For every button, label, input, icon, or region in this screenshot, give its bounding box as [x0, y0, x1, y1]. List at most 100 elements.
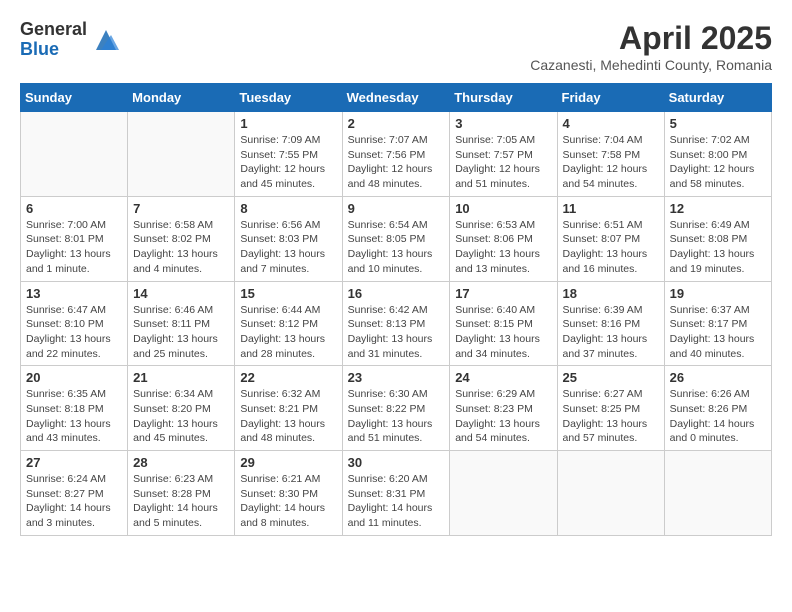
- calendar-cell: 20 Sunrise: 6:35 AM Sunset: 8:18 PM Dayli…: [21, 366, 128, 451]
- day-number: 16: [348, 286, 445, 301]
- day-number: 1: [240, 116, 336, 131]
- day-number: 13: [26, 286, 122, 301]
- calendar-cell: 2 Sunrise: 7:07 AM Sunset: 7:56 PM Daylig…: [342, 112, 450, 197]
- day-number: 17: [455, 286, 551, 301]
- day-number: 20: [26, 370, 122, 385]
- day-number: 2: [348, 116, 445, 131]
- day-info: Sunrise: 6:51 AM Sunset: 8:07 PM Dayligh…: [563, 218, 659, 277]
- day-number: 7: [133, 201, 229, 216]
- calendar-cell: 1 Sunrise: 7:09 AM Sunset: 7:55 PM Daylig…: [235, 112, 342, 197]
- calendar-cell: 7 Sunrise: 6:58 AM Sunset: 8:02 PM Daylig…: [128, 196, 235, 281]
- calendar-cell: 19 Sunrise: 6:37 AM Sunset: 8:17 PM Dayli…: [664, 281, 771, 366]
- day-info: Sunrise: 6:34 AM Sunset: 8:20 PM Dayligh…: [133, 387, 229, 446]
- day-number: 4: [563, 116, 659, 131]
- day-info: Sunrise: 6:47 AM Sunset: 8:10 PM Dayligh…: [26, 303, 122, 362]
- week-row: 1 Sunrise: 7:09 AM Sunset: 7:55 PM Daylig…: [21, 112, 772, 197]
- day-number: 23: [348, 370, 445, 385]
- calendar-cell: 3Sunrise: 7:05 AM Sunset: 7:57 PM Daylig…: [450, 112, 557, 197]
- day-of-week-header: Thursday: [450, 84, 557, 112]
- title-section: April 2025 Cazanesti, Mehedinti County, …: [530, 20, 772, 73]
- day-info: Sunrise: 6:58 AM Sunset: 8:02 PM Dayligh…: [133, 218, 229, 277]
- calendar-table: SundayMondayTuesdayWednesdayThursdayFrid…: [20, 83, 772, 536]
- day-info: Sunrise: 6:53 AM Sunset: 8:06 PM Dayligh…: [455, 218, 551, 277]
- day-info: Sunrise: 6:54 AM Sunset: 8:05 PM Dayligh…: [348, 218, 445, 277]
- day-info: Sunrise: 6:32 AM Sunset: 8:21 PM Dayligh…: [240, 387, 336, 446]
- calendar-cell: 28Sunrise: 6:23 AM Sunset: 8:28 PM Dayli…: [128, 451, 235, 536]
- day-info: Sunrise: 6:21 AM Sunset: 8:30 PM Dayligh…: [240, 472, 336, 531]
- calendar-cell: [128, 112, 235, 197]
- calendar-cell: [450, 451, 557, 536]
- day-info: Sunrise: 6:42 AM Sunset: 8:13 PM Dayligh…: [348, 303, 445, 362]
- calendar-cell: 30 Sunrise: 6:20 AM Sunset: 8:31 PM Dayli…: [342, 451, 450, 536]
- day-info: Sunrise: 6:37 AM Sunset: 8:17 PM Dayligh…: [670, 303, 766, 362]
- day-number: 11: [563, 201, 659, 216]
- day-number: 24: [455, 370, 551, 385]
- day-number: 21: [133, 370, 229, 385]
- day-number: 9: [348, 201, 445, 216]
- day-info: Sunrise: 6:56 AM Sunset: 8:03 PM Dayligh…: [240, 218, 336, 277]
- day-info: Sunrise: 7:09 AM Sunset: 7:55 PM Dayligh…: [240, 133, 336, 192]
- day-info: Sunrise: 6:30 AM Sunset: 8:22 PM Dayligh…: [348, 387, 445, 446]
- calendar-cell: 16 Sunrise: 6:42 AM Sunset: 8:13 PM Dayli…: [342, 281, 450, 366]
- day-of-week-header: Friday: [557, 84, 664, 112]
- calendar-cell: 13 Sunrise: 6:47 AM Sunset: 8:10 PM Dayli…: [21, 281, 128, 366]
- logo: General Blue: [20, 20, 121, 60]
- day-of-week-header: Tuesday: [235, 84, 342, 112]
- day-number: 15: [240, 286, 336, 301]
- calendar-cell: [21, 112, 128, 197]
- calendar-cell: 5Sunrise: 7:02 AM Sunset: 8:00 PM Daylig…: [664, 112, 771, 197]
- calendar-cell: 4 Sunrise: 7:04 AM Sunset: 7:58 PM Daylig…: [557, 112, 664, 197]
- day-info: Sunrise: 6:49 AM Sunset: 8:08 PM Dayligh…: [670, 218, 766, 277]
- day-info: Sunrise: 7:07 AM Sunset: 7:56 PM Dayligh…: [348, 133, 445, 192]
- logo-blue-text: Blue: [20, 40, 87, 60]
- calendar-cell: 22 Sunrise: 6:32 AM Sunset: 8:21 PM Dayli…: [235, 366, 342, 451]
- day-of-week-header: Monday: [128, 84, 235, 112]
- day-info: Sunrise: 6:29 AM Sunset: 8:23 PM Dayligh…: [455, 387, 551, 446]
- day-number: 22: [240, 370, 336, 385]
- logo-general-text: General: [20, 20, 87, 40]
- calendar-cell: 21 Sunrise: 6:34 AM Sunset: 8:20 PM Dayli…: [128, 366, 235, 451]
- day-number: 25: [563, 370, 659, 385]
- calendar-cell: 12Sunrise: 6:49 AM Sunset: 8:08 PM Dayli…: [664, 196, 771, 281]
- day-number: 14: [133, 286, 229, 301]
- calendar-cell: 24 Sunrise: 6:29 AM Sunset: 8:23 PM Dayli…: [450, 366, 557, 451]
- calendar-cell: 9 Sunrise: 6:54 AM Sunset: 8:05 PM Daylig…: [342, 196, 450, 281]
- calendar-cell: [557, 451, 664, 536]
- logo-icon: [91, 25, 121, 55]
- day-info: Sunrise: 7:00 AM Sunset: 8:01 PM Dayligh…: [26, 218, 122, 277]
- calendar-cell: 18 Sunrise: 6:39 AM Sunset: 8:16 PM Dayli…: [557, 281, 664, 366]
- calendar-cell: 25 Sunrise: 6:27 AM Sunset: 8:25 PM Dayli…: [557, 366, 664, 451]
- day-info: Sunrise: 6:35 AM Sunset: 8:18 PM Dayligh…: [26, 387, 122, 446]
- calendar-cell: 17Sunrise: 6:40 AM Sunset: 8:15 PM Dayli…: [450, 281, 557, 366]
- month-title: April 2025: [530, 20, 772, 57]
- day-of-week-header: Sunday: [21, 84, 128, 112]
- day-of-week-header: Saturday: [664, 84, 771, 112]
- day-info: Sunrise: 6:24 AM Sunset: 8:27 PM Dayligh…: [26, 472, 122, 531]
- day-number: 19: [670, 286, 766, 301]
- calendar-cell: [664, 451, 771, 536]
- day-number: 10: [455, 201, 551, 216]
- week-row: 27 Sunrise: 6:24 AM Sunset: 8:27 PM Dayli…: [21, 451, 772, 536]
- day-number: 6: [26, 201, 122, 216]
- calendar-cell: 10 Sunrise: 6:53 AM Sunset: 8:06 PM Dayli…: [450, 196, 557, 281]
- calendar-cell: 27 Sunrise: 6:24 AM Sunset: 8:27 PM Dayli…: [21, 451, 128, 536]
- day-number: 3: [455, 116, 551, 131]
- week-row: 13 Sunrise: 6:47 AM Sunset: 8:10 PM Dayli…: [21, 281, 772, 366]
- day-info: Sunrise: 6:26 AM Sunset: 8:26 PM Dayligh…: [670, 387, 766, 446]
- day-number: 8: [240, 201, 336, 216]
- day-number: 18: [563, 286, 659, 301]
- calendar-cell: 26Sunrise: 6:26 AM Sunset: 8:26 PM Dayli…: [664, 366, 771, 451]
- week-row: 6 Sunrise: 7:00 AM Sunset: 8:01 PM Daylig…: [21, 196, 772, 281]
- day-number: 30: [348, 455, 445, 470]
- calendar-cell: 29Sunrise: 6:21 AM Sunset: 8:30 PM Dayli…: [235, 451, 342, 536]
- calendar-cell: 8 Sunrise: 6:56 AM Sunset: 8:03 PM Daylig…: [235, 196, 342, 281]
- calendar-cell: 14Sunrise: 6:46 AM Sunset: 8:11 PM Dayli…: [128, 281, 235, 366]
- day-info: Sunrise: 7:04 AM Sunset: 7:58 PM Dayligh…: [563, 133, 659, 192]
- day-info: Sunrise: 6:20 AM Sunset: 8:31 PM Dayligh…: [348, 472, 445, 531]
- day-info: Sunrise: 6:27 AM Sunset: 8:25 PM Dayligh…: [563, 387, 659, 446]
- day-info: Sunrise: 6:39 AM Sunset: 8:16 PM Dayligh…: [563, 303, 659, 362]
- day-number: 27: [26, 455, 122, 470]
- day-number: 28: [133, 455, 229, 470]
- calendar-cell: 6 Sunrise: 7:00 AM Sunset: 8:01 PM Daylig…: [21, 196, 128, 281]
- calendar-cell: 11 Sunrise: 6:51 AM Sunset: 8:07 PM Dayli…: [557, 196, 664, 281]
